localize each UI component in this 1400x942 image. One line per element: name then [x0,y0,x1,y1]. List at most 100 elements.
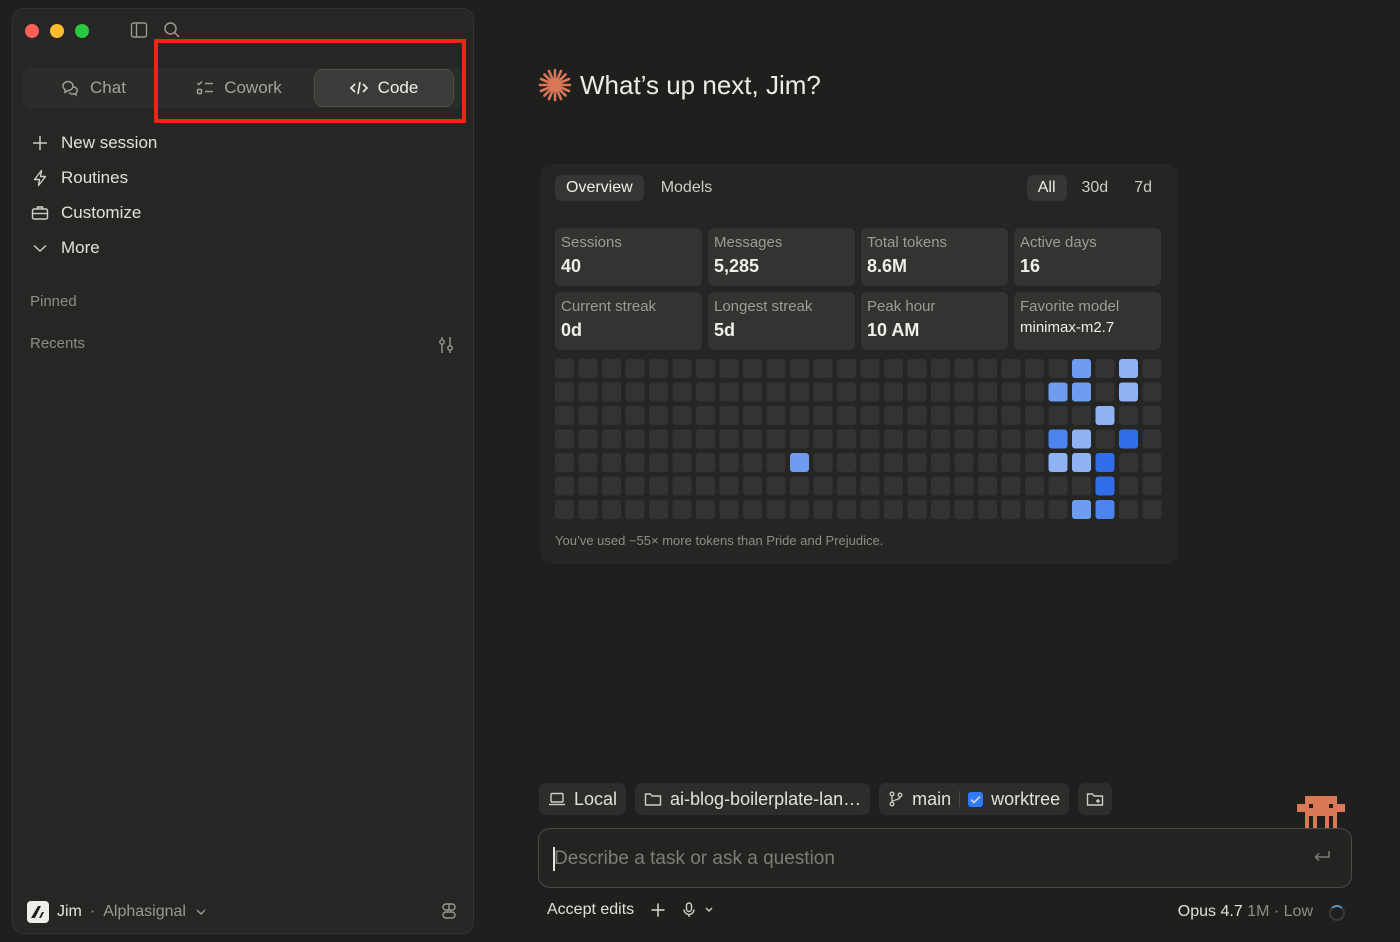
heatmap-cell [649,500,668,519]
nav-new-session[interactable]: New session [31,125,157,160]
heatmap-cell [766,406,786,425]
stat-card-favorite-model: Favorite model minimax-m2.7 [1014,292,1161,350]
maximize-window-button[interactable] [75,24,89,38]
heatmap-cell [1119,453,1138,472]
worktree-checkbox[interactable] [968,791,984,807]
range-30d[interactable]: 30d [1071,175,1120,201]
stats-grid: Sessions 40 Messages 5,285 Total tokens … [555,228,1161,350]
heatmap-cell [555,429,574,449]
heatmap-cell [1119,500,1138,519]
range-7d[interactable]: 7d [1123,175,1163,201]
minimize-window-button[interactable] [50,24,64,38]
heatmap-cell [907,429,927,449]
heatmap-cell [884,429,903,449]
environment-chip[interactable]: Local [539,783,627,815]
add-folder-chip[interactable] [1078,783,1113,815]
user-menu[interactable]: Jim · Alphasignal [27,901,208,923]
model-selector[interactable]: Opus 4.7 1M · Low [1178,903,1313,921]
nav-routines[interactable]: Routines [31,160,157,195]
heatmap-cell-active [1095,406,1115,425]
heatmap-cell [766,359,786,378]
heatmap-cell [696,406,715,425]
nav-more[interactable]: More [31,230,157,265]
heatmap-cell [837,359,856,378]
heatmap-cell [978,382,997,402]
sidebar-toggle-icon[interactable] [130,21,148,39]
microphone-button[interactable] [682,902,714,918]
nav-customize-label: Customize [61,202,142,222]
heatmap-cell [672,382,692,402]
accept-edits-toggle[interactable]: Accept edits [547,901,634,919]
heatmap-cell [696,476,715,496]
range-all[interactable]: All [1026,175,1067,201]
heatmap-cell [602,453,621,472]
heatmap-cell [931,406,950,425]
branch-chip[interactable]: main worktree [879,783,1070,815]
folder-label: ai-blog-boilerplate-lan… [670,788,862,809]
sidebar: Chat Cowork Code New session Routines Cu… [12,8,474,934]
command-menu-icon[interactable] [441,902,457,920]
heatmap-cell [1025,406,1044,425]
heatmap-cell [931,476,950,496]
heatmap-cell [837,429,856,449]
heatmap-cell [907,453,927,472]
worktree-label: worktree [991,788,1061,809]
heatmap-cell [649,406,668,425]
heatmap-cell [1001,406,1021,425]
model-separator: · [1273,903,1280,920]
heatmap-cell [978,406,997,425]
heatmap-cell [649,359,668,378]
heatmap-cell [1025,429,1044,449]
environment-label: Local [574,788,618,809]
nav-customize[interactable]: Customize [31,195,157,230]
close-window-button[interactable] [25,24,39,38]
plus-icon[interactable] [650,902,666,918]
heatmap-cell [602,476,621,496]
heatmap-cell [954,453,974,472]
heatmap-cell [672,429,692,449]
heatmap-cell [978,359,997,378]
time-range-selector: All 30d 7d [1026,175,1163,201]
heatmap-cell [743,453,762,472]
heatmap-cell [578,476,598,496]
heatmap-cell [907,406,927,425]
bolt-icon [33,169,47,186]
tab-overview[interactable]: Overview [555,175,644,201]
heatmap-cell [954,429,974,449]
heatmap-cell [1142,359,1162,378]
heatmap-cell-active [1095,453,1115,472]
stat-label: Current streak [561,298,657,315]
heatmap-cell [649,476,668,496]
heatmap-cell [954,359,974,378]
heatmap-cell [696,382,715,402]
folder-chip[interactable]: ai-blog-boilerplate-lan… [635,783,871,815]
heatmap-cell [907,359,927,378]
search-icon[interactable] [163,21,181,39]
heatmap-cell [719,500,739,519]
usage-stats-panel: Overview Models All 30d 7d Sessions 40 M… [540,164,1178,564]
git-branch-icon [889,791,903,807]
heatmap-cell [790,406,809,425]
heatmap-cell [837,406,856,425]
filter-sliders-icon[interactable] [437,335,455,355]
stat-card-longest-streak: Longest streak 5d [708,292,855,350]
heatmap-cell [978,429,997,449]
context-usage-indicator [1329,905,1345,921]
heatmap-cell [860,429,880,449]
heatmap-cell [931,429,950,449]
mode-chat-button[interactable]: Chat [22,69,164,107]
nav-new-session-label: New session [61,132,158,152]
stat-value: 5,285 [714,256,760,276]
stat-label: Sessions [561,234,622,251]
heatmap-cell [884,453,903,472]
enter-icon[interactable] [1313,849,1331,865]
heatmap-cell [625,453,645,472]
heatmap-cell [1001,476,1021,496]
heatmap-cell [743,476,762,496]
heatmap-cell [649,382,668,402]
heatmap-cell [1048,359,1068,378]
heatmap-cell [790,382,809,402]
prompt-input[interactable] [554,841,1294,877]
tab-models[interactable]: Models [650,175,724,201]
heatmap-cell [813,406,833,425]
